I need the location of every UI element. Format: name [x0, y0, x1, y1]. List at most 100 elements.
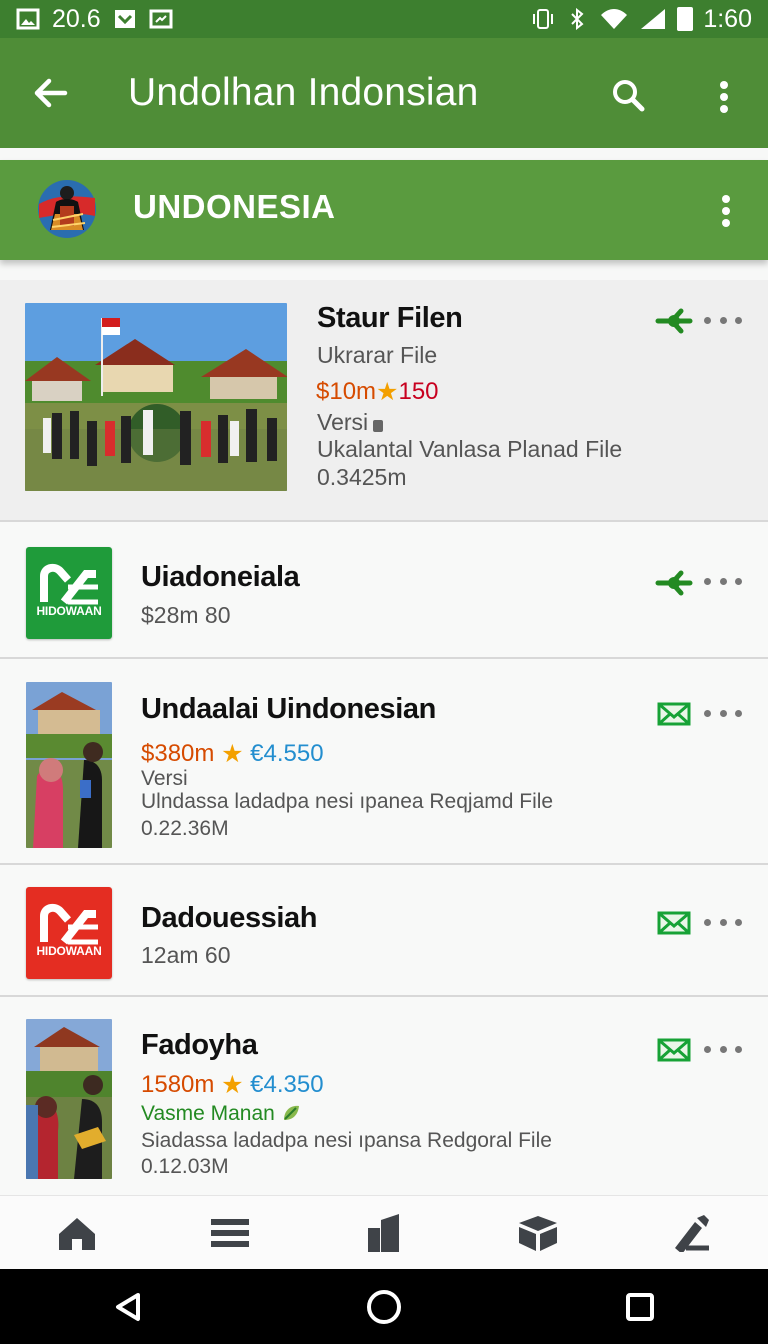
star-icon: ★ — [221, 1071, 244, 1099]
item-rating: €4.550 — [250, 740, 324, 767]
download-icon — [114, 10, 135, 28]
status-bar: 20.6 1:60 — [0, 0, 768, 38]
status-time: 1:60 — [703, 4, 752, 33]
search-icon — [613, 80, 645, 112]
item-description: Siadassa ladadpa nesi ıpansa Redgoral Fi… — [141, 1129, 552, 1152]
item-version: Versi — [141, 767, 188, 790]
share-icon[interactable] — [654, 305, 696, 337]
item-price: $10m — [316, 378, 377, 405]
item-tag: Vasme Manan — [141, 1100, 301, 1126]
back-triangle-icon — [116, 1292, 140, 1321]
more-vertical-icon — [720, 81, 728, 113]
home-icon — [58, 1217, 95, 1250]
box-icon — [518, 1215, 557, 1251]
overflow-menu-button[interactable] — [700, 70, 748, 124]
mail-icon[interactable] — [657, 910, 691, 936]
more-horizontal-icon[interactable] — [704, 308, 742, 332]
dancer-avatar-icon — [38, 180, 96, 238]
nav-buildings-button[interactable] — [354, 1206, 414, 1260]
bottom-navigation — [0, 1195, 768, 1269]
hidowaan-logo-text: HIDOWAAN — [36, 604, 102, 618]
item-price: 1580m — [141, 1071, 215, 1098]
item-size: 0.12.03M — [141, 1155, 229, 1178]
vibrate-icon — [533, 9, 554, 29]
star-icon: ★ — [376, 378, 399, 406]
item-version: Versi — [317, 409, 384, 436]
battery-icon — [677, 7, 694, 31]
back-button[interactable] — [24, 66, 78, 120]
undaalai-thumbnail — [26, 682, 112, 848]
item-title: Fadoyha — [141, 1029, 258, 1061]
item-subtitle: $28m 80 — [141, 602, 231, 628]
signal-icon — [641, 9, 666, 29]
item-price: $380m — [141, 740, 215, 767]
item-description: Ulndassa ladadpa nesi ıpanea Reqjamd Fil… — [141, 790, 554, 813]
image-icon — [16, 8, 40, 30]
featured-thumbnail — [25, 303, 287, 491]
list-item-undaalai-uindonesian[interactable]: Undaalai Uindonesian $380m ★ €4.550 Vers… — [0, 657, 768, 863]
banner-menu-button[interactable] — [708, 190, 744, 232]
item-rating: 150 — [398, 378, 439, 405]
item-version-label: Versi — [317, 409, 369, 435]
item-title: Undaalai Uindonesian — [141, 693, 436, 725]
hidowaan-logo — [26, 547, 112, 639]
nav-home-button[interactable] — [47, 1206, 107, 1260]
back-arrow-icon — [34, 78, 68, 108]
hidowaan-logo-text: HIDOWAAN — [36, 944, 102, 958]
list-item-dadouessiah[interactable]: HIDOWAAN Dadouessiah 12am 60 — [0, 863, 768, 995]
item-description: Ukalantal Vanlasa Planad File — [317, 436, 623, 462]
item-rating: €4.350 — [250, 1071, 324, 1098]
system-navigation — [0, 1269, 768, 1344]
pen-icon — [675, 1214, 710, 1252]
item-price-rating: 1580m ★ €4.350 — [141, 1069, 324, 1099]
hidowaan-logo — [26, 887, 112, 979]
list-item-staur-filen[interactable]: Staur Filen Ukrarar File $10m★150 Versi … — [0, 280, 768, 520]
system-recent-button[interactable] — [612, 1279, 668, 1335]
nav-list-button[interactable] — [200, 1206, 260, 1260]
lock-icon — [373, 420, 384, 432]
item-size: 0.22.36M — [141, 817, 229, 840]
bluetooth-icon — [571, 8, 584, 30]
item-price-rating: $10m★150 — [316, 376, 439, 406]
list-icon — [211, 1218, 250, 1247]
item-subtitle: Ukrarar File — [317, 342, 438, 368]
wifi-icon — [601, 9, 628, 29]
hidowaan-logo-mark — [40, 563, 98, 605]
buildings-icon — [367, 1213, 399, 1252]
star-icon: ★ — [221, 740, 244, 768]
share-icon[interactable] — [654, 567, 696, 599]
app-bar: Undolhan Indonsian — [0, 38, 768, 148]
more-horizontal-icon[interactable] — [704, 569, 742, 593]
more-horizontal-icon[interactable] — [704, 910, 742, 934]
list-item-uiadoneiala[interactable]: HIDOWAAN Uiadoneiala $28m 80 — [0, 520, 768, 657]
item-price-rating: $380m ★ €4.550 — [141, 738, 324, 768]
more-vertical-icon — [722, 195, 730, 227]
mail-icon[interactable] — [657, 701, 691, 727]
category-banner[interactable]: UNDONESIA — [0, 160, 768, 260]
more-horizontal-icon[interactable] — [704, 1037, 742, 1061]
status-right: 1:60 — [531, 5, 752, 34]
cast-icon — [149, 9, 173, 29]
nav-pen-button[interactable] — [661, 1206, 721, 1260]
file-list: Staur Filen Ukrarar File $10m★150 Versi … — [0, 280, 768, 1195]
fadoyha-thumbnail — [26, 1019, 112, 1179]
recent-square-icon — [626, 1292, 654, 1321]
item-title: Dadouessiah — [141, 902, 318, 934]
system-back-button[interactable] — [100, 1279, 156, 1335]
more-horizontal-icon[interactable] — [704, 701, 742, 725]
app-title: Undolhan Indonsian — [128, 71, 479, 114]
list-item-fadoyha[interactable]: Fadoyha 1580m ★ €4.350 Vasme Manan Siada… — [0, 995, 768, 1195]
item-title: Uiadoneiala — [141, 561, 300, 593]
nav-box-button[interactable] — [508, 1206, 568, 1260]
home-circle-icon — [367, 1289, 401, 1324]
leaf-icon — [283, 1105, 299, 1120]
item-size: 0.3425m — [317, 464, 407, 490]
mail-icon[interactable] — [657, 1037, 691, 1063]
item-subtitle: 12am 60 — [141, 942, 231, 968]
system-home-button[interactable] — [356, 1279, 412, 1335]
search-button[interactable] — [601, 68, 655, 122]
phone-screen: 20.6 1:60 Undolhan Indonsian UNDONESIA S… — [0, 0, 768, 1344]
status-left: 20.6 — [16, 5, 173, 34]
hidowaan-logo-mark — [40, 903, 98, 945]
item-tag-label: Vasme Manan — [141, 1102, 275, 1125]
